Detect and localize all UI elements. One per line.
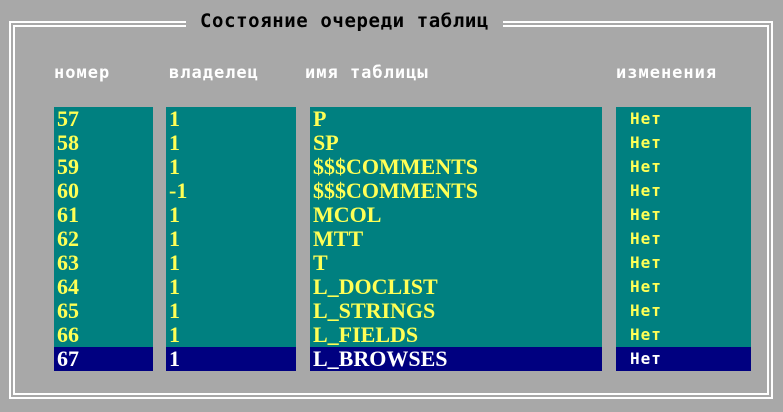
window-title: Состояние очереди таблиц [186, 8, 503, 34]
cell-changes[interactable]: Нет [616, 107, 751, 131]
cell-changes[interactable]: Нет [616, 275, 751, 299]
cell-number[interactable]: 59 [54, 155, 153, 179]
cell-table-name[interactable]: MCOL [310, 203, 602, 227]
cell-number[interactable]: 66 [54, 323, 153, 347]
header-owner: владелец [169, 63, 259, 83]
cell-changes[interactable]: Нет [616, 299, 751, 323]
cell-changes[interactable]: Нет [616, 347, 751, 371]
cell-changes[interactable]: Нет [616, 203, 751, 227]
cell-owner[interactable]: 1 [166, 155, 296, 179]
cell-owner[interactable]: 1 [166, 323, 296, 347]
cell-owner[interactable]: 1 [166, 107, 296, 131]
cell-owner[interactable]: 1 [166, 227, 296, 251]
cell-number[interactable]: 63 [54, 251, 153, 275]
cell-number[interactable]: 64 [54, 275, 153, 299]
cell-changes[interactable]: Нет [616, 131, 751, 155]
cell-number[interactable]: 65 [54, 299, 153, 323]
cell-owner[interactable]: 1 [166, 203, 296, 227]
cell-number[interactable]: 58 [54, 131, 153, 155]
cell-table-name[interactable]: L_FIELDS [310, 323, 602, 347]
cell-changes[interactable]: Нет [616, 251, 751, 275]
cell-owner[interactable]: 1 [166, 131, 296, 155]
cell-table-name[interactable]: MTT [310, 227, 602, 251]
cell-owner[interactable]: 1 [166, 347, 296, 371]
cell-number[interactable]: 67 [54, 347, 153, 371]
cell-table-name[interactable]: P [310, 107, 602, 131]
cell-number[interactable]: 61 [54, 203, 153, 227]
cell-table-name[interactable]: L_STRINGS [310, 299, 602, 323]
cell-table-name[interactable]: $$$COMMENTS [310, 179, 602, 203]
header-changes: изменения [616, 63, 718, 83]
header-table-name: имя таблицы [305, 63, 429, 83]
cell-table-name[interactable]: $$$COMMENTS [310, 155, 602, 179]
cell-changes[interactable]: Нет [616, 179, 751, 203]
cell-number[interactable]: 62 [54, 227, 153, 251]
header-number: номер [54, 63, 111, 83]
cell-owner[interactable]: -1 [166, 179, 296, 203]
cell-changes[interactable]: Нет [616, 227, 751, 251]
cell-table-name[interactable]: L_BROWSES [310, 347, 602, 371]
table-queue-window: Состояние очереди таблиц номер владелец … [0, 0, 783, 412]
cell-changes[interactable]: Нет [616, 323, 751, 347]
cell-table-name[interactable]: T [310, 251, 602, 275]
cell-changes[interactable]: Нет [616, 155, 751, 179]
cell-number[interactable]: 57 [54, 107, 153, 131]
cell-table-name[interactable]: L_DOCLIST [310, 275, 602, 299]
cell-number[interactable]: 60 [54, 179, 153, 203]
cell-owner[interactable]: 1 [166, 275, 296, 299]
cell-owner[interactable]: 1 [166, 251, 296, 275]
cell-owner[interactable]: 1 [166, 299, 296, 323]
cell-table-name[interactable]: SP [310, 131, 602, 155]
